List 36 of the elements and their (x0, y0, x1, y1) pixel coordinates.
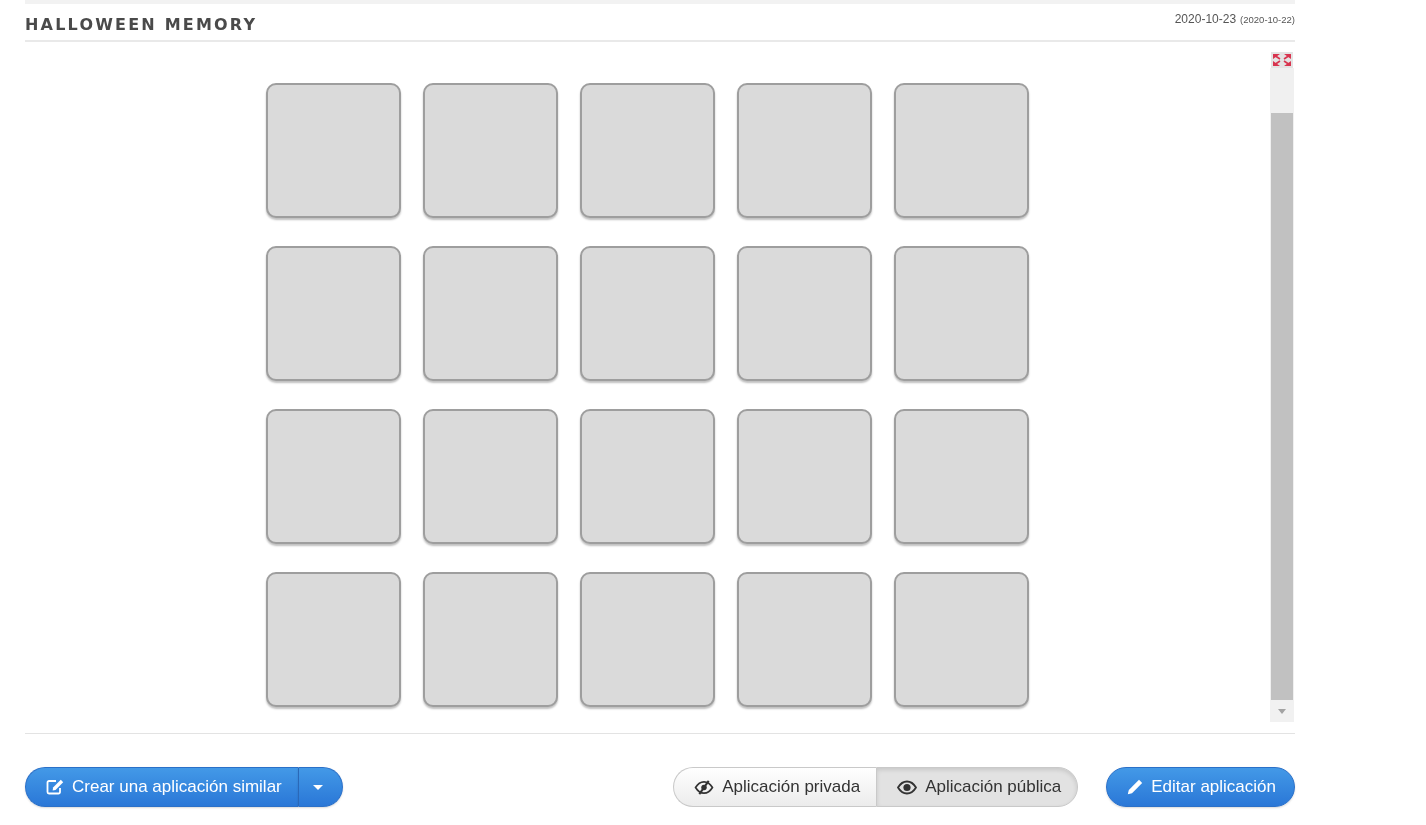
eye-slash-icon (694, 779, 715, 795)
card-back[interactable] (423, 572, 558, 707)
card-back[interactable] (894, 83, 1029, 218)
card-back[interactable] (266, 409, 401, 544)
edit-square-icon (46, 779, 64, 795)
card-back[interactable] (266, 83, 401, 218)
card-back[interactable] (580, 409, 715, 544)
shrink-arrows-icon[interactable] (1271, 52, 1293, 68)
card-back[interactable] (580, 572, 715, 707)
card-back[interactable] (737, 83, 872, 218)
date-text: 2020-10-23 (1174, 12, 1237, 26)
caret-icon (313, 784, 324, 790)
down-arrow-icon (1278, 708, 1286, 714)
card-back[interactable] (580, 246, 715, 381)
dropdown-toggle-button[interactable] (297, 767, 343, 807)
eye-icon (897, 779, 918, 795)
card-back[interactable] (423, 409, 558, 544)
public-toggle-button[interactable]: Aplicación pública (876, 767, 1079, 807)
card-back[interactable] (894, 409, 1029, 544)
pencil-icon (1127, 779, 1144, 795)
card-back[interactable] (423, 246, 558, 381)
card-back[interactable] (266, 572, 401, 707)
original-date-text: (2020-10-22) (1240, 14, 1295, 25)
card-back[interactable] (737, 409, 872, 544)
card-back[interactable] (423, 83, 558, 218)
card-back[interactable] (894, 572, 1029, 707)
card-back[interactable] (580, 83, 715, 218)
card-back[interactable] (737, 246, 872, 381)
create-similar-button[interactable]: Crear una aplicación similar (25, 767, 298, 807)
page-title: HALLOWEEN MEMORY (25, 15, 258, 35)
card-back[interactable] (894, 246, 1029, 381)
card-back[interactable] (266, 246, 401, 381)
scroll-down-button[interactable] (1270, 700, 1294, 722)
edit-button[interactable]: Editar aplicación (1106, 767, 1295, 807)
private-toggle-button[interactable]: Aplicación privada (673, 767, 877, 807)
card-back[interactable] (737, 572, 872, 707)
